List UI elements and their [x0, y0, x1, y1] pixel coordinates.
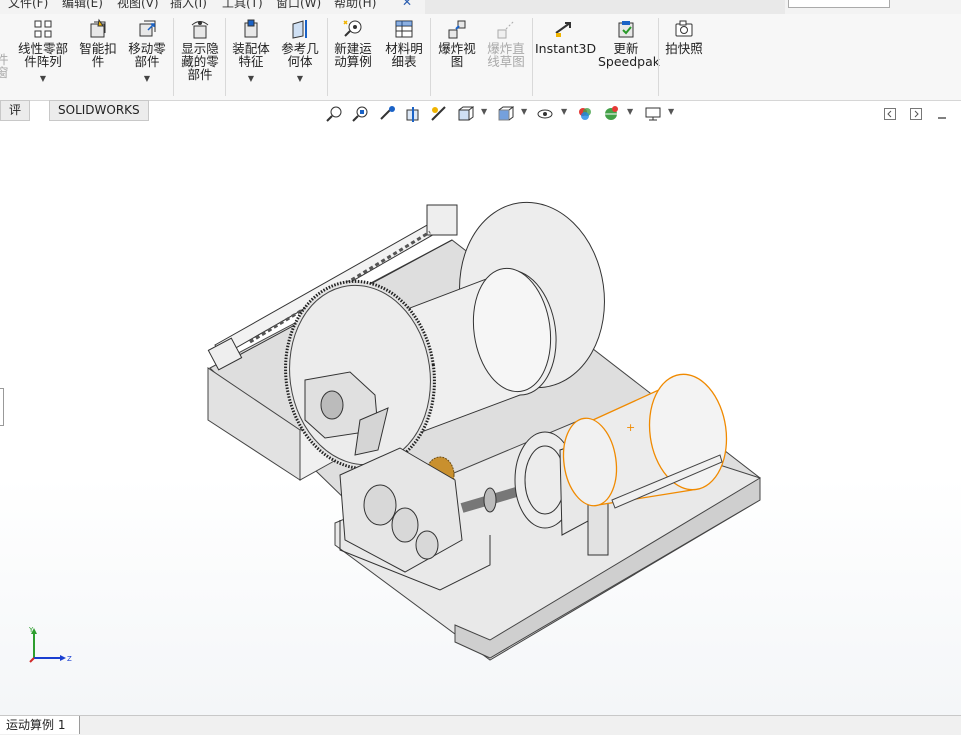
chevron-down-icon[interactable]: ▼ [668, 107, 674, 116]
move-component-button[interactable]: 移动零 部件 ▼ [124, 18, 170, 98]
zoom-to-fit-icon[interactable] [326, 105, 344, 123]
exploded-view-label: 爆炸视图 [438, 41, 476, 69]
menu-tools[interactable]: 工具(T) [222, 0, 263, 11]
hide-show-icon[interactable] [536, 105, 554, 123]
menu-edit[interactable]: 编辑(E) [62, 0, 103, 11]
smart-fastener-label: 智能扣件 [79, 41, 117, 69]
show-hidden-icon [191, 21, 209, 39]
graphics-area[interactable]: + [0, 121, 961, 715]
snapshot-icon [675, 20, 693, 37]
menu-view[interactable]: 视图(V) [117, 0, 159, 11]
edit-appearance-icon[interactable] [576, 105, 594, 123]
assembly-feature-label: 装配体 特征 [232, 41, 270, 69]
snapshot-button[interactable]: 拍快照 [662, 18, 706, 98]
view-settings-icon[interactable] [644, 105, 662, 123]
speedpak-icon [618, 21, 634, 38]
chevron-down-icon[interactable]: ▼ [14, 72, 72, 85]
command-manager-ribbon: 件窗 线性零部 件阵列 ▼ 智能扣件 移动零 部件 ▼ 显示隐 藏的零 部件 装配体 特征… [0, 14, 961, 101]
explode-line-sketch-icon [497, 20, 515, 39]
tab-solidworks-addins[interactable]: SOLIDWORKS 插件 [49, 100, 149, 136]
chevron-down-icon[interactable]: ▼ [228, 72, 274, 85]
feature-manager-toggle[interactable] [0, 388, 4, 426]
move-component-icon [139, 20, 156, 37]
new-motion-study-label: 新建运 动算例 [334, 41, 372, 69]
previous-view-icon[interactable] [378, 105, 396, 123]
instant3d-icon [555, 22, 571, 37]
tile-right-icon[interactable] [910, 108, 922, 120]
section-view-icon[interactable] [404, 105, 422, 123]
chevron-down-icon[interactable]: ▼ [521, 107, 527, 116]
update-speedpak-label: 更新 Speedpak [598, 41, 661, 69]
assembly-feature-button[interactable]: 装配体 特征 ▼ [228, 18, 274, 98]
apply-scene-icon[interactable] [602, 105, 620, 123]
chevron-down-icon[interactable]: ▼ [627, 107, 633, 116]
component-label: 件窗 [0, 52, 9, 80]
tile-left-icon[interactable] [884, 108, 896, 120]
dynamic-annotation-icon[interactable] [430, 105, 448, 123]
linear-pattern-icon [34, 20, 52, 38]
tab-evaluate[interactable]: 评估 [0, 100, 31, 136]
quick-access-toolbar [425, 0, 785, 14]
winch-assembly-model[interactable]: + [0, 121, 961, 715]
linear-pattern-button[interactable]: 线性零部 件阵列 ▼ [14, 18, 72, 98]
view-orientation-icon[interactable] [456, 105, 474, 123]
ribbon-separator [658, 18, 659, 96]
explode-line-sketch-button[interactable]: 爆炸直 线草图 [483, 18, 529, 98]
menu-file[interactable]: 文件(F) [8, 0, 48, 11]
display-style-icon[interactable] [496, 105, 514, 123]
instant3d-label: Instant3D [535, 41, 597, 56]
ribbon-separator [430, 18, 431, 96]
ribbon-separator [532, 18, 533, 96]
snapshot-label: 拍快照 [665, 41, 703, 56]
show-hidden-label: 显示隐 藏的零 部件 [181, 41, 219, 82]
chevron-down-icon[interactable]: ▼ [124, 72, 170, 85]
y-axis-label: Y [28, 626, 34, 634]
reference-geometry-icon [292, 20, 307, 39]
bottom-tab-bar: 运动算例 1 [0, 715, 961, 735]
update-speedpak-button[interactable]: 更新 Speedpak [598, 18, 661, 98]
z-axis-label: Z [67, 655, 72, 663]
move-component-label: 移动零 部件 [128, 41, 166, 69]
ribbon-separator [173, 18, 174, 96]
motor-origin-marker: + [626, 421, 635, 434]
ribbon-separator [327, 18, 328, 96]
chevron-down-icon[interactable]: ▼ [481, 107, 487, 116]
exploded-view-icon [448, 20, 466, 39]
tab-motion-study-1[interactable]: 运动算例 1 [0, 716, 81, 734]
chevron-down-icon[interactable]: ▼ [277, 72, 323, 85]
new-motion-study-button[interactable]: 新建运 动算例 [330, 18, 376, 98]
menu-help[interactable]: 帮助(H) [334, 0, 376, 11]
chevron-down-icon[interactable]: ▼ [561, 107, 567, 116]
minimize-icon[interactable] [936, 108, 948, 120]
zoom-area-icon[interactable] [352, 105, 370, 123]
bom-icon [395, 20, 413, 38]
bom-button[interactable]: 材料明 细表 [381, 18, 427, 98]
instant3d-button[interactable]: Instant3D [535, 18, 597, 98]
x-axis-arrow [29, 657, 35, 663]
menu-insert[interactable]: 插入(I) [170, 0, 207, 11]
show-hidden-button[interactable]: 显示隐 藏的零 部件 [177, 18, 223, 98]
smart-fastener-icon [90, 18, 106, 38]
linear-pattern-label: 线性零部 件阵列 [17, 41, 68, 69]
exploded-view-button[interactable]: 爆炸视图 [434, 18, 480, 98]
bom-label: 材料明 细表 [385, 41, 423, 69]
menu-window[interactable]: 窗口(W) [276, 0, 321, 11]
new-motion-study-icon [343, 20, 362, 37]
smart-fastener-button[interactable]: 智能扣件 [76, 18, 120, 98]
pin-icon[interactable]: ✕ [402, 0, 412, 9]
coordinate-triad: Y Z [28, 626, 72, 663]
explode-line-sketch-label: 爆炸直 线草图 [487, 41, 525, 69]
reference-geometry-button[interactable]: 参考几 何体 ▼ [277, 18, 323, 98]
reference-geometry-label: 参考几 何体 [281, 41, 319, 69]
component-button[interactable]: 件窗 [0, 18, 9, 98]
search-box[interactable] [788, 0, 890, 8]
menu-bar: 文件(F) 编辑(E) 视图(V) 插入(I) 工具(T) 窗口(W) 帮助(H… [0, 0, 961, 14]
assembly-feature-icon [244, 19, 258, 38]
ribbon-separator [225, 18, 226, 96]
